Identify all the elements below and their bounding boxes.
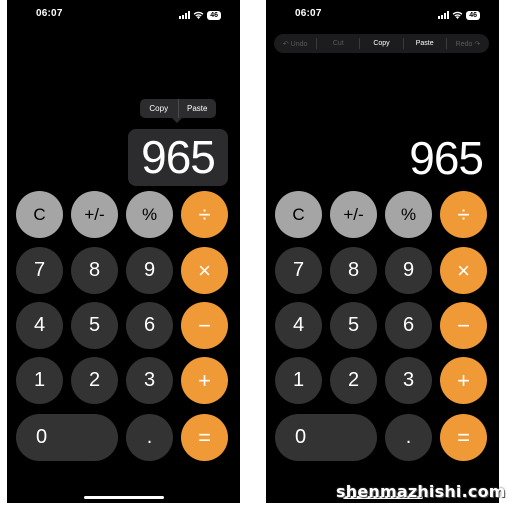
undo-button[interactable]: ↶ Undo — [274, 40, 316, 48]
copy-button[interactable]: Copy — [360, 40, 402, 47]
digit-4-button[interactable]: 4 — [275, 302, 322, 349]
status-time: 06:07 — [36, 8, 63, 19]
digit-5-button[interactable]: 5 — [330, 302, 377, 349]
minus-button[interactable]: − — [440, 302, 487, 349]
percent-button[interactable]: % — [385, 191, 432, 238]
decimal-button[interactable]: . — [126, 414, 173, 461]
multiply-button[interactable]: × — [181, 247, 228, 294]
paste-button[interactable]: Paste — [404, 40, 446, 47]
wifi-icon — [193, 11, 204, 19]
digit-2-button[interactable]: 2 — [330, 357, 377, 404]
watermark-text: shenmazhishi.com — [336, 482, 506, 501]
digit-9-button[interactable]: 9 — [385, 247, 432, 294]
digit-3-button[interactable]: 3 — [126, 357, 173, 404]
multiply-button[interactable]: × — [440, 247, 487, 294]
status-icons: 46 — [438, 9, 480, 21]
clear-button[interactable]: C — [16, 191, 63, 238]
home-indicator[interactable] — [84, 496, 164, 499]
digit-8-button[interactable]: 8 — [71, 247, 118, 294]
cut-button[interactable]: Cut — [317, 40, 359, 47]
redo-label: Redo — [455, 40, 473, 48]
status-bar: 06:07 46 — [7, 8, 240, 22]
result-display[interactable]: 965 — [409, 130, 484, 186]
digit-7-button[interactable]: 7 — [275, 247, 322, 294]
percent-button[interactable]: % — [126, 191, 173, 238]
digit-4-button[interactable]: 4 — [16, 302, 63, 349]
minus-button[interactable]: − — [181, 302, 228, 349]
undo-label: Undo — [290, 40, 308, 48]
equals-button[interactable]: = — [440, 414, 487, 461]
divide-button[interactable]: ÷ — [440, 191, 487, 238]
digit-8-button[interactable]: 8 — [330, 247, 377, 294]
paste-menu-item[interactable]: Paste — [177, 99, 217, 118]
digit-0-button[interactable]: 0 — [16, 414, 118, 461]
battery-icon: 46 — [207, 10, 221, 20]
status-time: 06:07 — [295, 8, 322, 19]
sign-toggle-button[interactable]: +/- — [71, 191, 118, 238]
digit-1-button[interactable]: 1 — [16, 357, 63, 404]
cellular-signal-icon — [179, 11, 191, 19]
digit-9-button[interactable]: 9 — [126, 247, 173, 294]
digit-3-button[interactable]: 3 — [385, 357, 432, 404]
plus-button[interactable]: + — [440, 357, 487, 404]
copy-paste-menu: Copy Paste — [140, 99, 217, 123]
digit-2-button[interactable]: 2 — [71, 357, 118, 404]
redo-button[interactable]: Redo ↷ — [447, 40, 489, 48]
cellular-signal-icon — [438, 11, 450, 19]
decimal-button[interactable]: . — [385, 414, 432, 461]
calculator-screen-right: 06:07 46 ↶ Undo Cut Copy Paste Redo ↷ 96… — [266, 0, 499, 503]
clear-button[interactable]: C — [275, 191, 322, 238]
battery-icon: 46 — [466, 10, 480, 20]
copy-menu-item[interactable]: Copy — [140, 99, 178, 118]
status-bar: 06:07 46 — [266, 8, 499, 22]
digit-1-button[interactable]: 1 — [275, 357, 322, 404]
calculator-screen-left: 06:07 46 Copy Paste 965 C +/- % ÷ 7 8 9 … — [7, 0, 240, 503]
digit-0-button[interactable]: 0 — [275, 414, 377, 461]
result-display-selected[interactable]: 965 — [128, 129, 228, 186]
digit-6-button[interactable]: 6 — [385, 302, 432, 349]
edit-toolbar: ↶ Undo Cut Copy Paste Redo ↷ — [274, 34, 489, 53]
divide-button[interactable]: ÷ — [181, 191, 228, 238]
digit-7-button[interactable]: 7 — [16, 247, 63, 294]
sign-toggle-button[interactable]: +/- — [330, 191, 377, 238]
equals-button[interactable]: = — [181, 414, 228, 461]
status-icons: 46 — [179, 9, 221, 21]
plus-button[interactable]: + — [181, 357, 228, 404]
digit-6-button[interactable]: 6 — [126, 302, 173, 349]
digit-5-button[interactable]: 5 — [71, 302, 118, 349]
wifi-icon — [452, 11, 463, 19]
